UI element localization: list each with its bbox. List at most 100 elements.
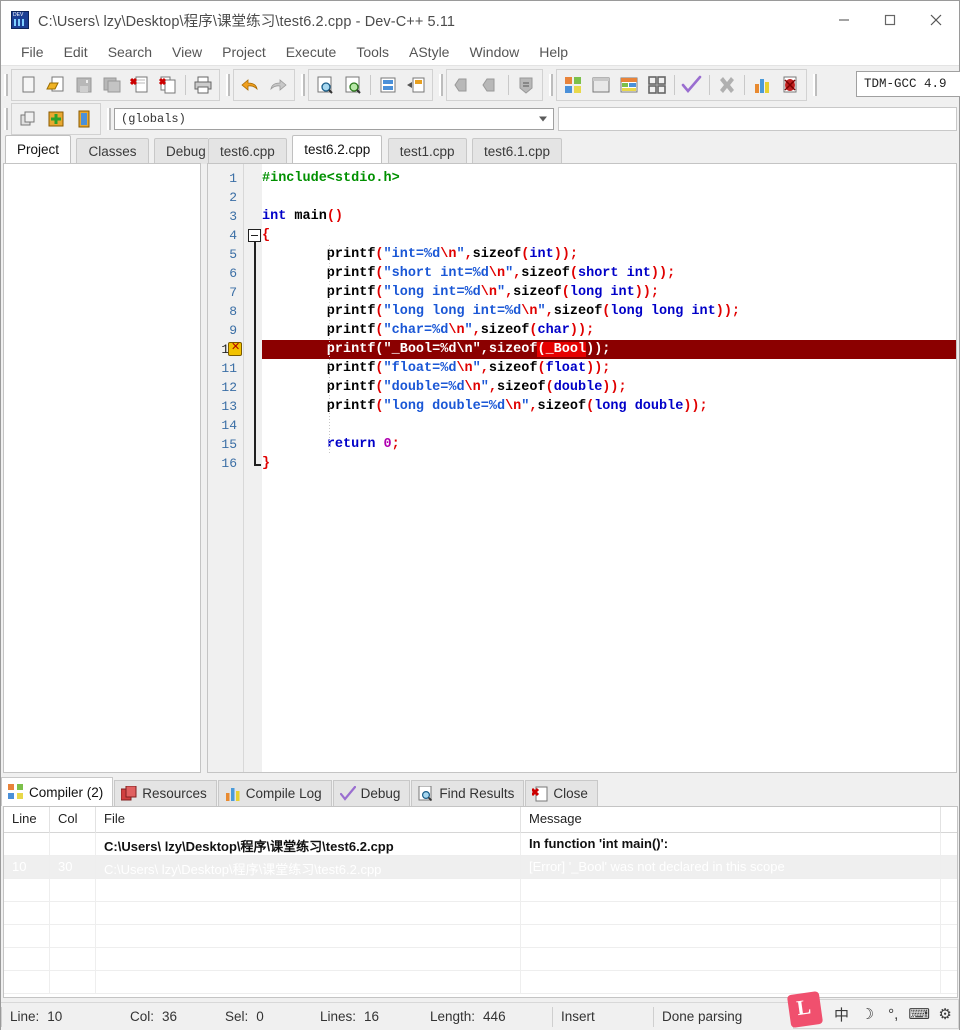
menu-search[interactable]: Search [98, 42, 162, 62]
print-icon[interactable] [189, 71, 217, 99]
menu-edit[interactable]: Edit [54, 42, 98, 62]
code-line[interactable]: printf("int=%d\n",sizeof(int)); [262, 245, 956, 264]
toolbar-grip-8[interactable] [107, 108, 111, 130]
find-icon[interactable] [311, 71, 339, 99]
tab-resources[interactable]: Resources [114, 780, 217, 806]
tab-classes[interactable]: Classes [76, 138, 149, 164]
code-line[interactable]: int main() [262, 207, 956, 226]
close-button[interactable] [913, 1, 959, 39]
project-new-icon[interactable] [14, 105, 42, 133]
replace-icon[interactable] [374, 71, 402, 99]
chinese-mode-icon[interactable]: 中 [829, 999, 855, 1029]
run-icon[interactable] [587, 71, 615, 99]
menu-project[interactable]: Project [212, 42, 276, 62]
project-options-icon[interactable] [70, 105, 98, 133]
toolbar-grip-5[interactable] [549, 73, 553, 96]
message-row[interactable]: 10 30 C:\Users\ lzy\Desktop\程序\课堂练习\test6.… [4, 856, 957, 879]
toolbar-grip-3[interactable] [301, 73, 305, 96]
close-all-icon[interactable] [154, 71, 182, 99]
insert-icon[interactable] [512, 71, 540, 99]
debug-icon[interactable] [776, 71, 804, 99]
menu-window[interactable]: Window [459, 42, 529, 62]
code-line[interactable] [262, 188, 956, 207]
project-tree-panel[interactable] [3, 163, 201, 773]
menu-file[interactable]: File [11, 42, 54, 62]
punctuation-icon[interactable]: °, [880, 999, 906, 1029]
code-token: "int=%d [383, 247, 441, 262]
add-to-project-icon[interactable] [42, 105, 70, 133]
tab-test6-1-cpp[interactable]: test6.1.cpp [472, 138, 563, 164]
code-token: 0 [383, 437, 392, 452]
code-line[interactable]: printf("double=%d\n",sizeof(double)); [262, 378, 956, 397]
settings-gear-icon[interactable]: ⚙ [932, 999, 958, 1029]
menu-tools[interactable]: Tools [346, 42, 399, 62]
code-line[interactable]: printf("float=%d\n",sizeof(float)); [262, 359, 956, 378]
tab-find-results[interactable]: Find Results [411, 780, 525, 806]
open-file-icon[interactable] [42, 71, 70, 99]
keyboard-icon[interactable]: ⌨ [906, 999, 932, 1029]
back-icon[interactable] [449, 71, 477, 99]
tab-test6-cpp[interactable]: test6.cpp [208, 138, 287, 164]
code-editor[interactable]: 12345678910111213141516 #include<stdio.h… [207, 163, 957, 773]
tab-debug-label: Debug [360, 786, 401, 801]
profile-icon[interactable] [748, 71, 776, 99]
toolbar-grip-4[interactable] [439, 73, 443, 96]
new-file-icon[interactable] [14, 71, 42, 99]
editor-code-area[interactable]: #include<stdio.h> int main(){ printf("int… [262, 164, 956, 772]
code-line[interactable]: #include<stdio.h> [262, 169, 956, 188]
rebuild-all-icon[interactable] [643, 71, 671, 99]
message-row[interactable]: C:\Users\ lzy\Desktop\程序\课堂练习\test6.2.cp… [4, 833, 957, 856]
scope-combo[interactable]: (globals) [114, 108, 554, 130]
tab-compile-log[interactable]: Compile Log [217, 780, 332, 806]
compile-run-icon[interactable] [615, 71, 643, 99]
minimize-button[interactable] [821, 1, 867, 39]
forward-icon[interactable] [477, 71, 505, 99]
syntax-check-icon[interactable] [678, 71, 706, 99]
code-line[interactable] [262, 416, 956, 435]
tab-close-panel[interactable]: Close [525, 780, 598, 806]
compiler-messages-panel[interactable]: Line Col File Message C:\Users\ lzy\Desk… [3, 806, 958, 998]
editor-fold-column[interactable] [244, 164, 262, 772]
fold-collapse-icon[interactable] [248, 229, 261, 242]
code-line[interactable]: printf("short int=%d\n",sizeof(short int… [262, 264, 956, 283]
save-icon[interactable] [70, 71, 98, 99]
close-file-icon[interactable] [126, 71, 154, 99]
tab-debug-bottom[interactable]: Debug [332, 780, 411, 806]
redo-icon[interactable] [264, 71, 292, 99]
stop-icon[interactable] [713, 71, 741, 99]
ime-toolbar[interactable]: 中 ☽ °, ⌨ ⚙ [786, 990, 959, 1029]
code-line[interactable]: printf("char=%d\n",sizeof(char)); [262, 321, 956, 340]
compiler-selector[interactable]: TDM-GCC 4.9 [856, 71, 960, 97]
code-line[interactable]: printf("long int=%d\n",sizeof(long int))… [262, 283, 956, 302]
menu-help[interactable]: Help [529, 42, 578, 62]
code-line[interactable]: } [262, 454, 956, 473]
toolbar-grip-7[interactable] [4, 108, 8, 130]
menu-view[interactable]: View [162, 42, 212, 62]
goto-line-icon[interactable] [402, 71, 430, 99]
code-line[interactable]: printf("_Bool=%d\n",sizeof(_Bool)); [262, 340, 956, 359]
message-cell-empty [50, 925, 96, 948]
compile-icon[interactable] [559, 71, 587, 99]
error-marker-icon[interactable] [228, 340, 242, 356]
toolbar-grip-2[interactable] [226, 73, 230, 96]
moon-icon[interactable]: ☽ [854, 999, 880, 1029]
code-line[interactable]: printf("long long int=%d\n",sizeof(long … [262, 302, 956, 321]
message-cell-empty [4, 948, 50, 971]
tab-project[interactable]: Project [5, 135, 72, 163]
tab-compiler[interactable]: Compiler (2) [1, 777, 114, 806]
code-line[interactable]: return 0; [262, 435, 956, 454]
menu-execute[interactable]: Execute [276, 42, 347, 62]
code-token: sizeof [488, 361, 538, 376]
maximize-button[interactable] [867, 1, 913, 39]
code-line[interactable]: { [262, 226, 956, 245]
find-next-icon[interactable] [339, 71, 367, 99]
save-all-icon[interactable] [98, 71, 126, 99]
messages-body[interactable]: C:\Users\ lzy\Desktop\程序\课堂练习\test6.2.cp… [4, 833, 957, 994]
code-line[interactable]: printf("long double=%d\n",sizeof(long do… [262, 397, 956, 416]
toolbar-grip[interactable] [4, 73, 8, 96]
menu-astyle[interactable]: AStyle [399, 42, 459, 62]
tab-test6-2-cpp[interactable]: test6.2.cpp [292, 135, 383, 163]
tab-test1-cpp[interactable]: test1.cpp [387, 138, 467, 164]
undo-icon[interactable] [236, 71, 264, 99]
toolbar-grip-6[interactable] [813, 73, 817, 96]
